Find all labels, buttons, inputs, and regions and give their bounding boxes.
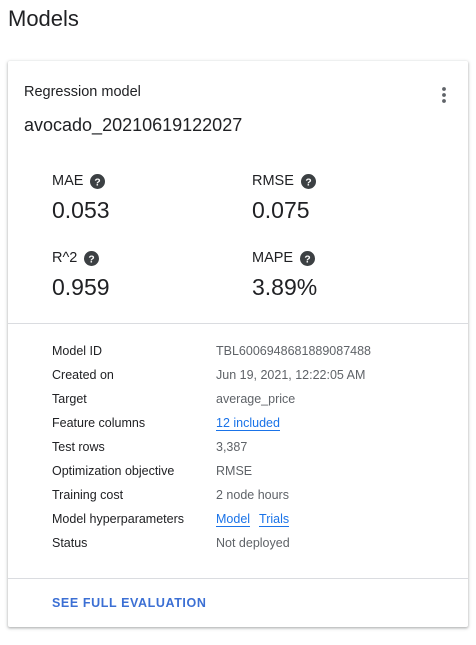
model-card: Regression model avocado_20210619122027 …: [8, 61, 468, 627]
detail-label: Optimization objective: [52, 464, 175, 478]
metric-mae: MAE ? 0.053: [52, 171, 242, 225]
metric-r2: R^2 ? 0.959: [52, 248, 242, 302]
detail-label: Test rows: [52, 440, 105, 454]
metric-label: RMSE: [252, 173, 294, 189]
detail-value: Jun 19, 2021, 12:22:05 AM: [216, 368, 366, 382]
metric-value: 0.959: [52, 274, 110, 300]
metric-value: 0.075: [252, 197, 310, 223]
detail-row-model-id: Model ID TBL6006948681889087488: [52, 339, 452, 363]
detail-row-test-rows: Test rows 3,387: [52, 435, 452, 459]
trials-link[interactable]: Trials: [259, 511, 290, 527]
detail-row-target: Target average_price: [52, 387, 452, 411]
detail-value: 3,387: [216, 440, 248, 454]
see-full-evaluation-button[interactable]: SEE FULL EVALUATION: [52, 596, 206, 610]
divider: [8, 578, 468, 579]
metric-label: R^2: [52, 250, 78, 266]
metric-rmse: RMSE ? 0.075: [252, 171, 442, 225]
svg-text:?: ?: [304, 254, 310, 265]
detail-row-training-cost: Training cost 2 node hours: [52, 483, 452, 507]
detail-label: Feature columns: [52, 416, 146, 430]
model-name: avocado_20210619122027: [24, 115, 243, 135]
detail-row-optimization-objective: Optimization objective RMSE: [52, 459, 452, 483]
detail-value: TBL6006948681889087488: [216, 344, 372, 358]
model-details: Model ID TBL6006948681889087488 Created …: [52, 339, 452, 555]
detail-row-created-on: Created on Jun 19, 2021, 12:22:05 AM: [52, 363, 452, 387]
detail-label: Status: [52, 536, 88, 550]
more-vert-icon: [442, 87, 446, 103]
detail-value: 2 node hours: [216, 488, 289, 502]
detail-row-feature-columns: Feature columns 12 included: [52, 411, 452, 435]
metric-value: 3.89%: [252, 274, 318, 300]
detail-label: Model ID: [52, 344, 103, 358]
svg-text:?: ?: [305, 177, 311, 188]
help-icon[interactable]: ?: [300, 173, 316, 189]
help-icon[interactable]: ?: [300, 250, 316, 266]
model-type-label: Regression model: [24, 84, 141, 100]
help-icon[interactable]: ?: [84, 250, 100, 266]
svg-text:?: ?: [95, 177, 101, 188]
detail-label: Training cost: [52, 488, 124, 502]
metric-label: MAPE: [252, 250, 294, 266]
help-icon[interactable]: ?: [90, 173, 106, 189]
model-link[interactable]: Model: [216, 511, 251, 527]
metric-label: MAE: [52, 173, 84, 189]
detail-value: RMSE: [216, 464, 253, 478]
metrics-grid: MAE ? 0.053 RMSE ? 0.075 R^2 ? 0.959 MAP…: [52, 171, 452, 303]
divider: [8, 323, 468, 324]
feature-columns-link[interactable]: 12 included: [216, 415, 280, 431]
detail-label: Target: [52, 392, 87, 406]
detail-value: average_price: [216, 392, 296, 406]
detail-label: Created on: [52, 368, 114, 382]
detail-value: Not deployed: [216, 536, 290, 550]
metric-value: 0.053: [52, 197, 110, 223]
metric-mape: MAPE ? 3.89%: [252, 248, 442, 302]
detail-row-hyperparameters: Model hyperparameters Model Trials: [52, 507, 452, 531]
more-options-button[interactable]: [432, 83, 456, 107]
svg-text:?: ?: [89, 254, 95, 265]
detail-row-status: Status Not deployed: [52, 531, 452, 555]
page-title: Models: [8, 6, 79, 31]
detail-label: Model hyperparameters: [52, 512, 185, 526]
